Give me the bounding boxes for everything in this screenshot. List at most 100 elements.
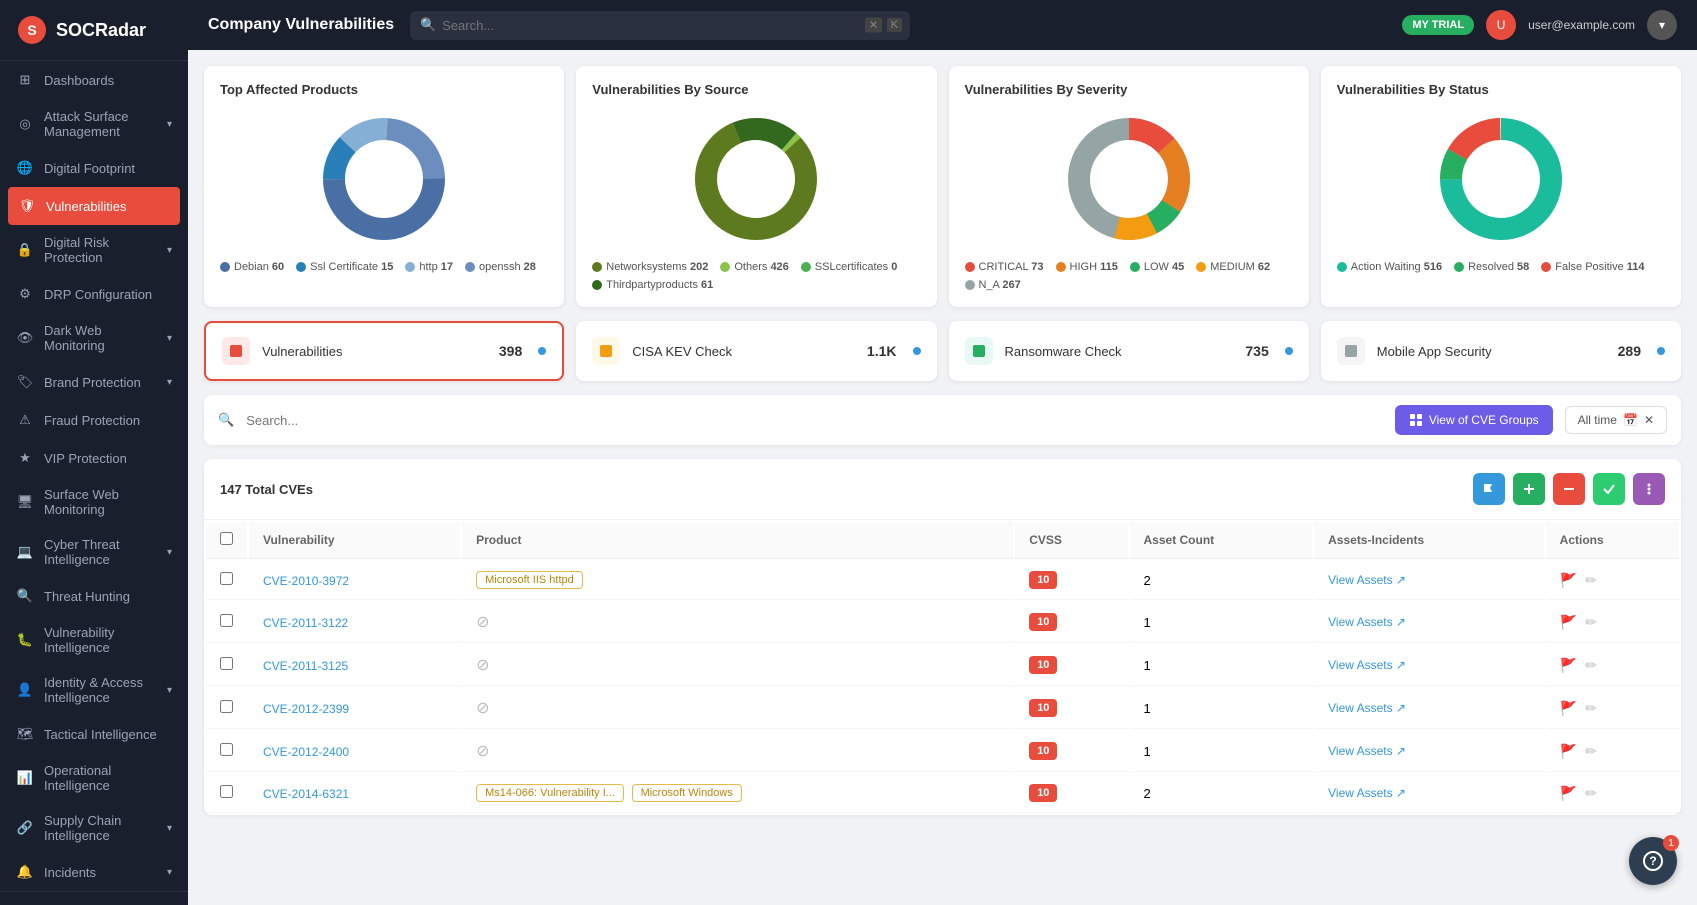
sidebar-item-identity-access[interactable]: 👤 Identity & Access Intelligence ▾ <box>0 665 188 715</box>
view-assets-link[interactable]: View Assets ↗ <box>1328 701 1530 715</box>
row-select-checkbox[interactable] <box>220 572 233 585</box>
legend-by-status: Action Waiting 516 Resolved 58 False Pos… <box>1337 261 1665 273</box>
cve-link[interactable]: CVE-2011-3122 <box>263 616 348 630</box>
row-select-checkbox[interactable] <box>220 657 233 670</box>
cve-link[interactable]: CVE-2014-6321 <box>263 787 349 801</box>
sidebar-item-digital-footprint[interactable]: 🌐 Digital Footprint <box>0 149 188 187</box>
row-action-edit-icon[interactable]: ✏ <box>1585 700 1597 717</box>
legend-dot <box>1056 262 1066 272</box>
tab-mobile-app[interactable]: Mobile App Security 289 <box>1321 321 1681 381</box>
chevron-down-icon: ▾ <box>167 119 172 130</box>
row-select-checkbox[interactable] <box>220 743 233 756</box>
table-search-input[interactable] <box>246 413 1383 428</box>
close-icon[interactable]: ✕ <box>1644 413 1654 427</box>
tab-vulnerabilities[interactable]: Vulnerabilities 398 <box>204 321 564 381</box>
row-action-edit-icon[interactable]: ✏ <box>1585 785 1597 802</box>
cvss-badge: 10 <box>1029 613 1057 631</box>
action-btn-flag[interactable] <box>1473 473 1505 505</box>
tab-cisa-kev[interactable]: CISA KEV Check 1.1K <box>576 321 936 381</box>
cve-link[interactable]: CVE-2011-3125 <box>263 659 348 673</box>
product-cell: Ms14-066: Vulnerability I... Microsoft W… <box>462 774 1013 813</box>
search-icon: 🔍 <box>420 17 436 33</box>
view-cve-groups-button[interactable]: View of CVE Groups <box>1395 405 1553 435</box>
card-by-status: Vulnerabilities By Status Action Waiting… <box>1321 66 1681 307</box>
row-action-flag-icon[interactable]: 🚩 <box>1560 657 1577 674</box>
sidebar-item-incidents[interactable]: 🔔 Incidents ▾ <box>0 853 188 891</box>
cve-link[interactable]: CVE-2010-3972 <box>263 574 349 588</box>
legend-item: N_A 267 <box>965 279 1021 291</box>
tab-ransomware[interactable]: Ransomware Check 735 <box>949 321 1309 381</box>
row-action-flag-icon[interactable]: 🚩 <box>1560 700 1577 717</box>
bell-icon: 🔔 <box>16 863 34 881</box>
row-actions: 🚩 ✏ <box>1560 572 1665 589</box>
view-assets-link[interactable]: View Assets ↗ <box>1328 658 1530 672</box>
action-btn-plus[interactable] <box>1513 473 1545 505</box>
col-select-all <box>206 522 247 559</box>
row-action-edit-icon[interactable]: ✏ <box>1585 657 1597 674</box>
view-assets-link[interactable]: View Assets ↗ <box>1328 573 1530 587</box>
sidebar-item-drp-config[interactable]: ⚙ DRP Configuration <box>0 275 188 313</box>
tab-count: 735 <box>1245 343 1268 359</box>
chevron-down-icon: ▾ <box>167 377 172 388</box>
row-action-edit-icon[interactable]: ✏ <box>1585 572 1597 589</box>
row-actions: 🚩 ✏ <box>1560 614 1665 631</box>
chevron-down-icon: ▾ <box>167 867 172 878</box>
sidebar-item-surface-web[interactable]: 🖥 Surface Web Monitoring <box>0 477 188 527</box>
row-select-checkbox[interactable] <box>220 785 233 798</box>
action-btn-check[interactable] <box>1593 473 1625 505</box>
row-select-checkbox[interactable] <box>220 700 233 713</box>
sidebar-item-vuln-intel[interactable]: 🐛 Vulnerability Intelligence <box>0 615 188 665</box>
sidebar-item-brand-protection[interactable]: 🏷 Brand Protection ▾ <box>0 363 188 401</box>
chat-button[interactable]: ? 1 <box>1629 837 1677 885</box>
action-btn-minus[interactable] <box>1553 473 1585 505</box>
row-action-flag-icon[interactable]: 🚩 <box>1560 614 1577 631</box>
sidebar-item-reports[interactable]: 📄 Reports <box>0 900 188 905</box>
sidebar-item-attack-surface[interactable]: ◎ Attack Surface Management ▾ <box>0 99 188 149</box>
no-product-icon: ⊘ <box>476 614 489 631</box>
row-action-edit-icon[interactable]: ✏ <box>1585 743 1597 760</box>
sidebar-item-operational[interactable]: 📊 Operational Intelligence <box>0 753 188 803</box>
row-select-checkbox[interactable] <box>220 614 233 627</box>
chat-icon: ? <box>1642 850 1664 872</box>
sidebar-item-vip-protection[interactable]: ★ VIP Protection <box>0 439 188 477</box>
user-name: user@example.com <box>1528 18 1635 32</box>
user-avatar-secondary[interactable]: ▾ <box>1647 10 1677 40</box>
grid-icon <box>1409 413 1423 427</box>
sidebar-item-supply-chain[interactable]: 🔗 Supply Chain Intelligence ▾ <box>0 803 188 853</box>
target-icon: ◎ <box>16 115 34 133</box>
row-action-edit-icon[interactable]: ✏ <box>1585 614 1597 631</box>
actions-cell: 🚩 ✏ <box>1546 731 1679 772</box>
sidebar-item-dark-web[interactable]: 👁 Dark Web Monitoring ▾ <box>0 313 188 363</box>
legend-item: Others 426 <box>720 261 788 273</box>
tab-count: 1.1K <box>867 343 897 359</box>
legend-label: LOW 45 <box>1144 261 1184 273</box>
sidebar-item-tactical[interactable]: 🗺 Tactical Intelligence <box>0 715 188 753</box>
view-assets-link[interactable]: View Assets ↗ <box>1328 744 1530 758</box>
legend-by-source: Networksystems 202 Others 426 SSLcertifi… <box>592 261 920 291</box>
sidebar-item-label: Dashboards <box>44 73 114 88</box>
sidebar-item-vulnerabilities[interactable]: 🛡 Vulnerabilities <box>8 187 180 225</box>
cve-link[interactable]: CVE-2012-2399 <box>263 702 349 716</box>
category-tabs: Vulnerabilities 398 CISA KEV Check 1.1K <box>204 321 1681 381</box>
time-filter[interactable]: All time 📅 ✕ <box>1565 406 1667 434</box>
legend-item: http 17 <box>405 261 453 273</box>
sidebar-item-fraud-protection[interactable]: ⚠ Fraud Protection <box>0 401 188 439</box>
row-action-flag-icon[interactable]: 🚩 <box>1560 743 1577 760</box>
legend-label: Networksystems 202 <box>606 261 708 273</box>
search-input[interactable] <box>410 11 910 40</box>
sidebar-item-digital-risk[interactable]: 🔒 Digital Risk Protection ▾ <box>0 225 188 275</box>
sidebar-item-cyber-threat[interactable]: 💻 Cyber Threat Intelligence ▾ <box>0 527 188 577</box>
action-btn-dots[interactable] <box>1633 473 1665 505</box>
row-action-flag-icon[interactable]: 🚩 <box>1560 785 1577 802</box>
select-all-checkbox[interactable] <box>220 532 233 545</box>
legend-item: MEDIUM 62 <box>1196 261 1270 273</box>
app-header: Company Vulnerabilities 🔍 ✕ K MY TRIAL U… <box>188 0 1697 50</box>
link-icon: 🔗 <box>16 819 34 837</box>
row-action-flag-icon[interactable]: 🚩 <box>1560 572 1577 589</box>
view-assets-link[interactable]: View Assets ↗ <box>1328 615 1530 629</box>
sidebar-item-dashboards[interactable]: ⊞ Dashboards <box>0 61 188 99</box>
cve-link[interactable]: CVE-2012-2400 <box>263 745 349 759</box>
sidebar-item-threat-hunting[interactable]: 🔍 Threat Hunting <box>0 577 188 615</box>
close-icon[interactable]: ✕ <box>865 18 882 33</box>
view-assets-link[interactable]: View Assets ↗ <box>1328 786 1530 800</box>
